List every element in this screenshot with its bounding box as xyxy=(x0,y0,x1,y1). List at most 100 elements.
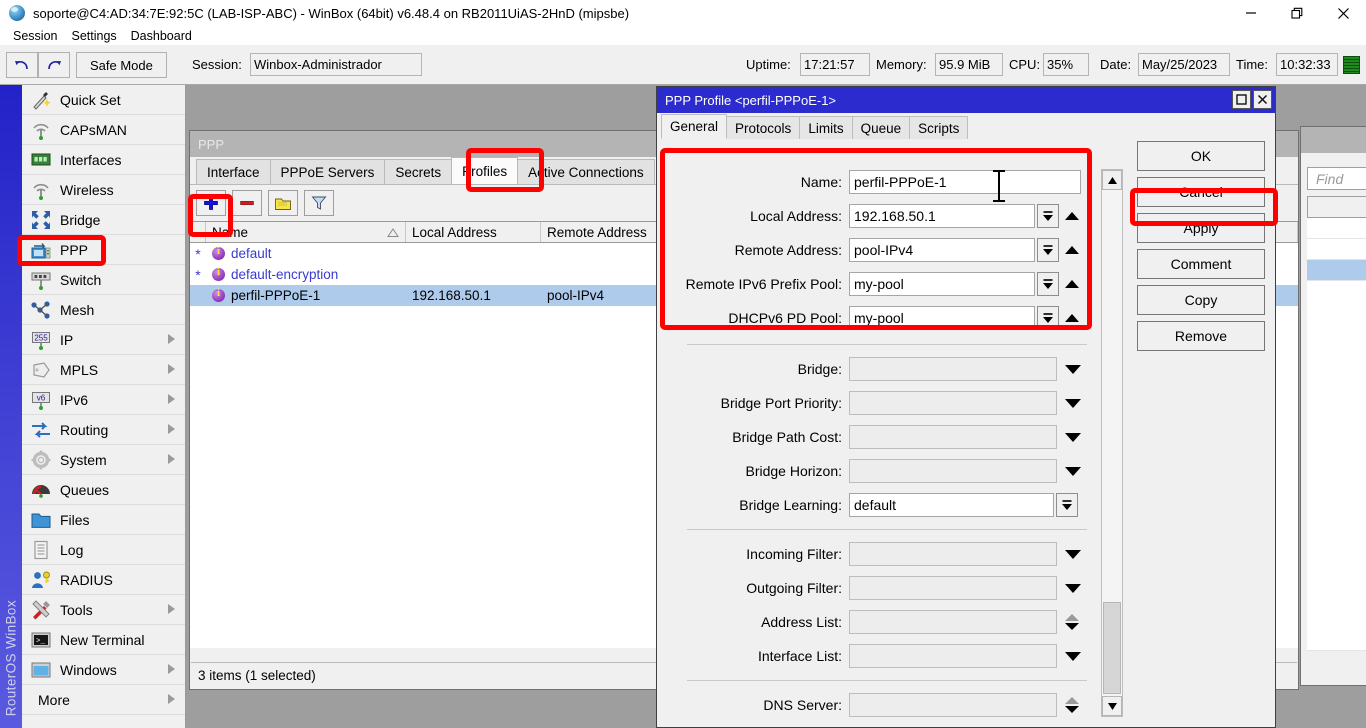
profile-tab-protocols[interactable]: Protocols xyxy=(726,116,800,139)
name-input[interactable]: perfil-PPPoE-1 xyxy=(849,170,1081,194)
spinner-down-icon[interactable] xyxy=(1065,706,1079,713)
remote-ipv6-prefix-pool-input[interactable]: my-pool xyxy=(849,272,1035,296)
sidebar-item-radius[interactable]: RADIUS xyxy=(22,565,185,595)
close-button[interactable] xyxy=(1320,0,1366,26)
find-input[interactable]: Find xyxy=(1307,167,1366,190)
sidebar-item-interfaces[interactable]: Interfaces xyxy=(22,145,185,175)
column-name[interactable]: Name xyxy=(206,222,406,242)
ppp-profile-maximize-button[interactable] xyxy=(1232,90,1251,109)
minimize-button[interactable] xyxy=(1228,0,1274,26)
find-column-dropdown[interactable] xyxy=(1307,196,1366,218)
outgoing-filter-input[interactable] xyxy=(849,576,1057,600)
spinner-arrows[interactable] xyxy=(1064,614,1080,630)
remove-button[interactable] xyxy=(232,190,262,216)
expand-up-icon[interactable] xyxy=(1065,212,1079,220)
sidebar-item-system[interactable]: System xyxy=(22,445,185,475)
chevron-down-icon[interactable] xyxy=(1065,652,1081,661)
sidebar-item-wireless[interactable]: Wireless xyxy=(22,175,185,205)
chevron-down-icon[interactable] xyxy=(1065,584,1081,593)
interface-list-input[interactable] xyxy=(849,644,1057,668)
sidebar-item-log[interactable]: Log xyxy=(22,535,185,565)
address-list-input[interactable] xyxy=(849,610,1057,634)
session-value[interactable]: Winbox-Administrador xyxy=(250,53,422,76)
chevron-down-icon[interactable] xyxy=(1065,550,1081,559)
sidebar-item-bridge[interactable]: Bridge xyxy=(22,205,185,235)
list-item[interactable] xyxy=(1307,260,1366,281)
add-button[interactable] xyxy=(196,190,226,216)
copy-button[interactable]: Copy xyxy=(1137,285,1265,315)
spinner-up-icon[interactable] xyxy=(1065,614,1079,621)
menu-item-dashboard[interactable]: Dashboard xyxy=(124,29,199,43)
chevron-down-icon[interactable] xyxy=(1065,399,1081,408)
scroll-down-button[interactable] xyxy=(1102,696,1122,716)
profile-tab-scripts[interactable]: Scripts xyxy=(909,116,968,139)
sidebar-item-mesh[interactable]: Mesh xyxy=(22,295,185,325)
ppp-profile-scrollbar[interactable] xyxy=(1101,169,1123,717)
sidebar-item-mpls[interactable]: MPLS xyxy=(22,355,185,385)
filter-button[interactable] xyxy=(304,190,334,216)
expand-up-icon[interactable] xyxy=(1065,314,1079,322)
ppp-tab-interface[interactable]: Interface xyxy=(196,159,271,184)
combo-dropdown-button[interactable] xyxy=(1037,204,1059,228)
spinner-arrows[interactable] xyxy=(1064,697,1080,713)
undo-button[interactable] xyxy=(6,52,38,78)
sidebar-item-queues[interactable]: Queues xyxy=(22,475,185,505)
cancel-button[interactable]: Cancel xyxy=(1137,177,1265,207)
combo-dropdown-button[interactable] xyxy=(1056,493,1078,517)
sidebar-item-more[interactable]: More xyxy=(22,685,185,715)
menu-item-settings[interactable]: Settings xyxy=(64,29,123,43)
sidebar-item-tools[interactable]: Tools xyxy=(22,595,185,625)
local-address-input[interactable]: 192.168.50.1 xyxy=(849,204,1035,228)
remove-button[interactable]: Remove xyxy=(1137,321,1265,351)
chevron-down-icon[interactable] xyxy=(1065,365,1081,374)
safe-mode-button[interactable]: Safe Mode xyxy=(76,52,167,78)
bridge-input[interactable] xyxy=(849,357,1057,381)
sidebar-item-files[interactable]: Files xyxy=(22,505,185,535)
sidebar-item-windows[interactable]: Windows xyxy=(22,655,185,685)
sidebar-item-switch[interactable]: Switch xyxy=(22,265,185,295)
bridge-learning-input[interactable]: default xyxy=(849,493,1054,517)
profile-tab-limits[interactable]: Limits xyxy=(799,116,852,139)
sidebar-item-ppp[interactable]: PPP xyxy=(22,235,185,265)
expand-up-icon[interactable] xyxy=(1065,246,1079,254)
combo-dropdown-button[interactable] xyxy=(1037,238,1059,262)
bridge-path-cost-input[interactable] xyxy=(849,425,1057,449)
combo-dropdown-button[interactable] xyxy=(1037,306,1059,330)
combo-dropdown-button[interactable] xyxy=(1037,272,1059,296)
comment-button[interactable] xyxy=(268,190,298,216)
sidebar-item-quick-set[interactable]: Quick Set xyxy=(22,85,185,115)
spinner-down-icon[interactable] xyxy=(1065,623,1079,630)
ppp-tab-profiles[interactable]: Profiles xyxy=(451,157,518,184)
menu-item-session[interactable]: Session xyxy=(6,29,64,43)
sidebar-item-new-terminal[interactable]: >_New Terminal xyxy=(22,625,185,655)
chevron-down-icon[interactable] xyxy=(1065,467,1081,476)
profile-tab-queue[interactable]: Queue xyxy=(852,116,911,139)
apply-button[interactable]: Apply xyxy=(1137,213,1265,243)
sidebar-item-routing[interactable]: Routing xyxy=(22,415,185,445)
column-local-address[interactable]: Local Address xyxy=(406,222,541,242)
redo-button[interactable] xyxy=(38,52,70,78)
comment-button[interactable]: Comment xyxy=(1137,249,1265,279)
sidebar-item-ipv6[interactable]: v6IPv6 xyxy=(22,385,185,415)
spinner-up-icon[interactable] xyxy=(1065,697,1079,704)
incoming-filter-input[interactable] xyxy=(849,542,1057,566)
profile-tab-general[interactable]: General xyxy=(661,114,727,139)
scroll-up-button[interactable] xyxy=(1102,170,1122,190)
list-item[interactable] xyxy=(1307,239,1366,260)
bridge-port-priority-input[interactable] xyxy=(849,391,1057,415)
ppp-tab-active-connections[interactable]: Active Connections xyxy=(517,159,655,184)
dns-server-input[interactable] xyxy=(849,693,1057,717)
dhcpv6-pd-pool-input[interactable]: my-pool xyxy=(849,306,1035,330)
ppp-tab-pppoe-servers[interactable]: PPPoE Servers xyxy=(270,159,386,184)
maximize-button[interactable] xyxy=(1274,0,1320,26)
list-item[interactable] xyxy=(1307,218,1366,239)
bridge-horizon-input[interactable] xyxy=(849,459,1057,483)
remote-address-input[interactable]: pool-IPv4 xyxy=(849,238,1035,262)
chevron-down-icon[interactable] xyxy=(1065,433,1081,442)
ok-button[interactable]: OK xyxy=(1137,141,1265,171)
ppp-profile-close-button[interactable] xyxy=(1253,90,1272,109)
scrollbar-thumb[interactable] xyxy=(1103,602,1121,694)
sidebar-item-capsman[interactable]: CAPsMAN xyxy=(22,115,185,145)
sidebar-item-ip[interactable]: 255IP xyxy=(22,325,185,355)
expand-up-icon[interactable] xyxy=(1065,280,1079,288)
